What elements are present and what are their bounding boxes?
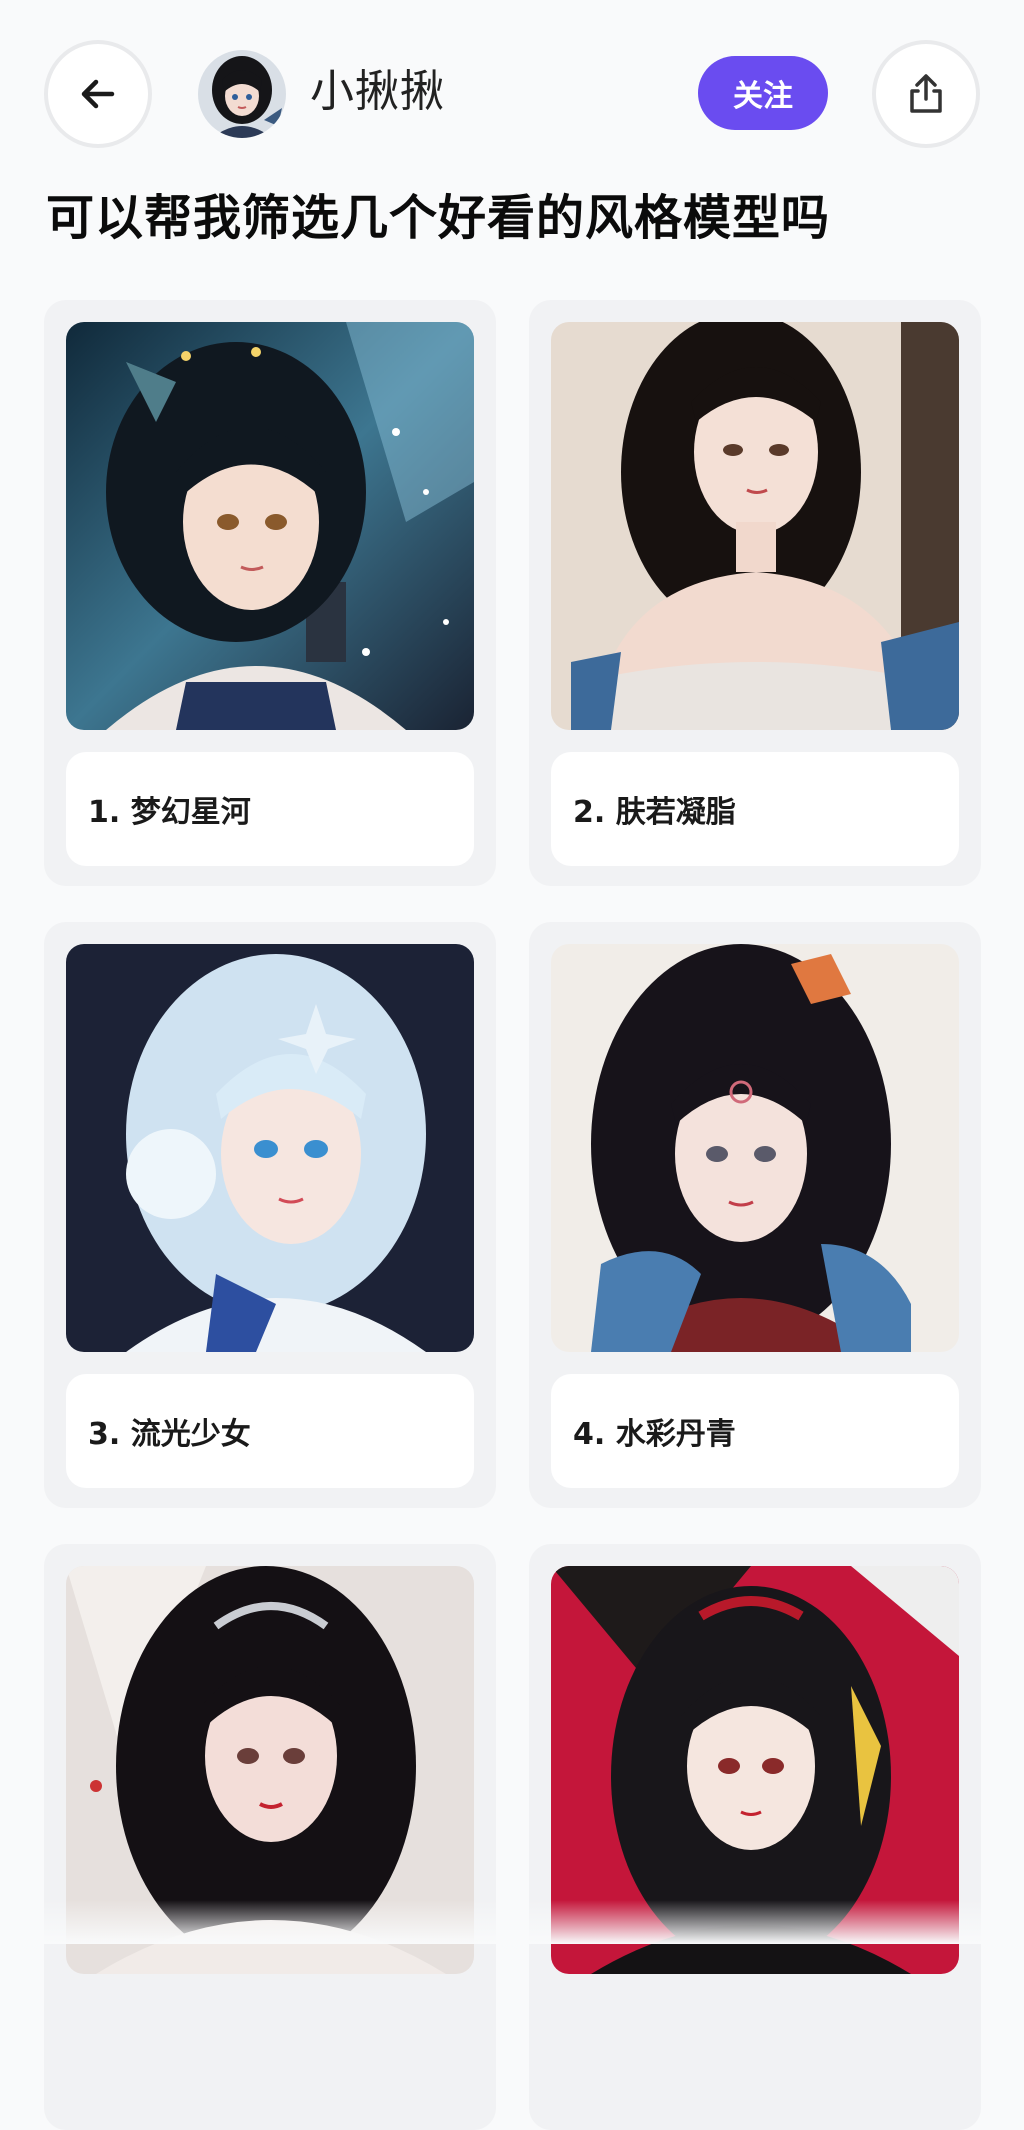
style-preview-image [551,322,959,730]
style-card[interactable]: 1. 梦幻星河 [44,300,496,886]
avatar-image [198,50,286,138]
top-bar: 小揪揪 关注 [0,0,1024,180]
style-label-box: 4. 水彩丹青 [551,1374,959,1488]
style-label: 1. 梦幻星河 [88,795,251,830]
style-label: 4. 水彩丹青 [573,1417,736,1452]
style-preview-image [66,322,474,730]
style-card[interactable] [44,1544,496,2130]
style-preview-image [551,944,959,1352]
style-label: 2. 肤若凝脂 [573,795,736,830]
share-icon [910,74,942,113]
arrow-left-icon [81,79,115,109]
style-label-box: 1. 梦幻星河 [66,752,474,866]
page-title: 可以帮我筛选几个好看的风格模型吗 [46,190,831,246]
style-label-box: 2. 肤若凝脂 [551,752,959,866]
bottom-fade [0,1900,1024,1944]
style-label: 3. 流光少女 [88,1417,251,1452]
follow-button[interactable]: 关注 [698,56,828,130]
username: 小揪揪 [310,66,445,117]
style-card[interactable] [529,1544,981,2130]
share-button[interactable] [872,40,980,148]
style-card[interactable]: 4. 水彩丹青 [529,922,981,1508]
back-button[interactable] [44,40,152,148]
style-card[interactable]: 2. 肤若凝脂 [529,300,981,886]
style-label-box: 3. 流光少女 [66,1374,474,1488]
style-preview-image [66,944,474,1352]
style-card[interactable]: 3. 流光少女 [44,922,496,1508]
avatar[interactable] [198,50,286,138]
